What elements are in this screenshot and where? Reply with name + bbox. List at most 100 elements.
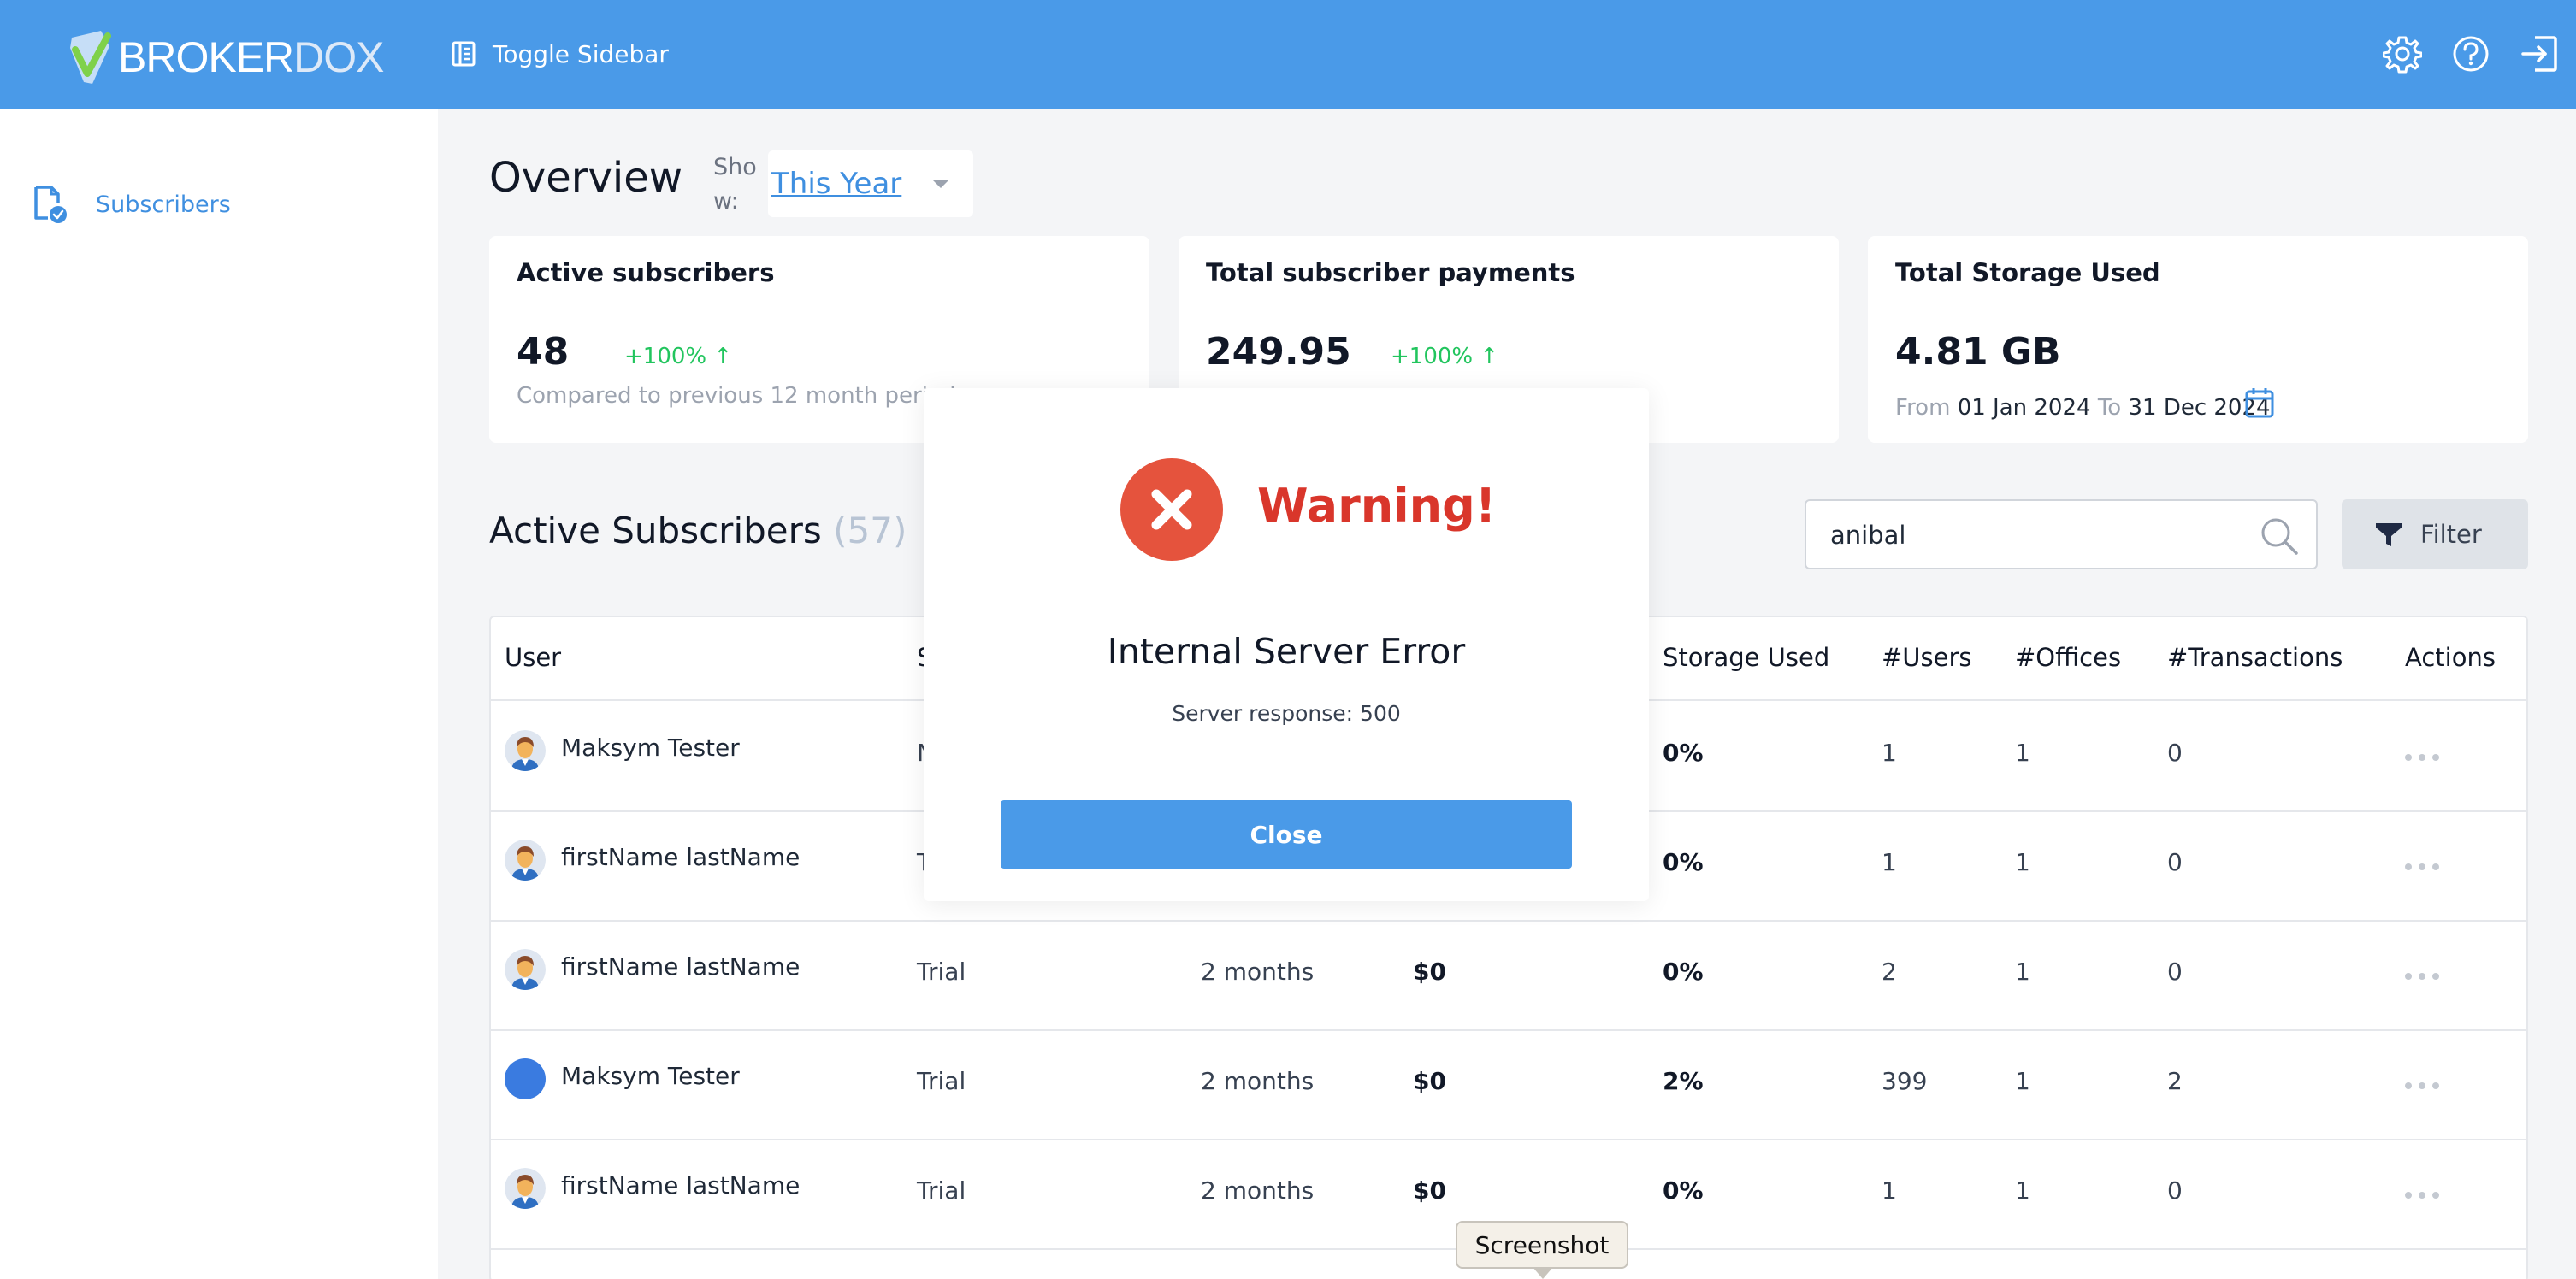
offices-cell: 1 [2015,739,2030,767]
user-name[interactable]: firstName lastName [561,843,800,871]
users-cell: 1 [1882,1176,1897,1205]
status-cell: Trial [917,1176,966,1205]
storage-cell: 0% [1663,848,1704,876]
paid-cell: $0 [1413,958,1446,986]
filter-button[interactable]: Filter [2342,499,2528,569]
card-value: 249.95 [1206,330,1351,374]
card-subtext: Compared to previous 12 month period [517,383,956,409]
duration-cell: 2 months [1201,958,1315,986]
date-range: From 01 Jan 2024 To 31 Dec 2024 [1895,395,2271,421]
avatar [505,1058,546,1099]
column-header-storage[interactable]: Storage Used [1663,643,1829,672]
error-x-icon [1120,458,1223,561]
sidebar-item-label: Subscribers [96,191,231,218]
period-select[interactable]: This Year [768,150,973,217]
column-header-user[interactable]: User [505,643,561,672]
column-header-actions: Actions [2405,643,2496,672]
avatar [505,949,546,990]
storage-used-card: Total Storage Used 4.81 GB From 01 Jan 2… [1868,236,2528,443]
card-title: Active subscribers [517,258,775,287]
offices-cell: 1 [2015,1176,2030,1205]
users-cell: 399 [1882,1067,1928,1095]
screenshot-tooltip: Screenshot [1456,1221,1628,1279]
transactions-cell: 0 [2167,958,2183,986]
paid-cell: $0 [1413,1176,1446,1205]
document-check-icon [34,186,67,223]
settings-button[interactable] [2382,34,2423,74]
caret-down-icon [932,180,949,188]
search-box[interactable] [1805,499,2318,569]
paid-cell: $0 [1413,1067,1446,1095]
offices-cell: 1 [2015,1067,2030,1095]
gear-icon [2382,36,2423,74]
show-label: Show: [713,154,757,215]
more-actions-icon[interactable] [2405,1192,2439,1200]
more-actions-icon[interactable] [2405,754,2439,763]
help-icon [2453,36,2489,72]
help-button[interactable] [2451,34,2490,74]
avatar [505,840,546,881]
logout-button[interactable] [2520,34,2559,74]
transactions-cell: 0 [2167,848,2183,876]
warning-dialog: Warning! Internal Server Error Server re… [924,388,1649,901]
avatar [505,730,546,771]
card-change: +100% ↑ [624,344,733,369]
storage-cell: 0% [1663,1176,1704,1205]
user-name[interactable]: Maksym Tester [561,734,740,762]
calendar-icon[interactable] [2244,386,2275,419]
period-value: This Year [771,167,902,201]
logo-text: BROKERDOX [118,33,385,81]
users-cell: 1 [1882,739,1897,767]
column-header-users[interactable]: #Users [1882,643,1972,672]
dialog-detail: Server response: 500 [1172,701,1401,726]
section-title: Active Subscribers (57) [489,510,907,551]
subscriber-count: (57) [833,510,907,551]
more-actions-icon[interactable] [2405,973,2439,981]
logout-icon [2521,36,2557,72]
duration-cell: 2 months [1201,1067,1315,1095]
users-cell: 1 [1882,848,1897,876]
sidebar-icon [452,41,476,67]
transactions-cell: 0 [2167,739,2183,767]
sidebar-item-subscribers[interactable]: Subscribers [31,183,231,226]
transactions-cell: 0 [2167,1176,2183,1205]
dialog-message: Internal Server Error [1107,631,1466,672]
card-change: +100% ↑ [1391,344,1499,369]
card-title: Total subscriber payments [1206,258,1575,287]
storage-cell: 0% [1663,958,1704,986]
card-value: 4.81 GB [1895,330,2061,374]
toggle-sidebar-button[interactable]: Toggle Sidebar [452,34,669,74]
offices-cell: 1 [2015,848,2030,876]
brokerdox-logo[interactable]: BROKERDOX [67,29,385,85]
search-icon[interactable] [2258,515,2301,557]
app-header: BROKERDOX Toggle Sidebar [0,0,2576,109]
users-cell: 2 [1882,958,1897,986]
storage-cell: 2% [1663,1067,1704,1095]
close-button[interactable]: Close [1001,800,1572,869]
status-cell: Trial [917,1067,966,1095]
table-row[interactable]: Maksym Tester Trial 2 months $0 2% 399 1… [491,1029,2526,1139]
search-input[interactable] [1830,516,2241,554]
more-actions-icon[interactable] [2405,1082,2439,1091]
user-name[interactable]: firstName lastName [561,952,800,981]
storage-cell: 0% [1663,739,1704,767]
page-title: Overview [489,154,682,202]
user-name[interactable]: Maksym Tester [561,1062,740,1090]
toggle-sidebar-label: Toggle Sidebar [493,39,669,68]
table-row[interactable]: firstName lastName Trial 2 months $0 0% … [491,920,2526,1029]
filter-label: Filter [2420,520,2482,549]
dialog-title: Warning! [1257,479,1497,533]
more-actions-icon[interactable] [2405,863,2439,872]
user-name[interactable]: firstName lastName [561,1171,800,1199]
logo-mark-icon [70,31,111,84]
card-value: 48 [517,330,570,374]
status-cell: Trial [917,958,966,986]
card-title: Total Storage Used [1895,258,2160,287]
column-header-offices[interactable]: #Offices [2015,643,2121,672]
sidebar: Subscribers [0,109,438,1279]
column-header-transactions[interactable]: #Transactions [2167,643,2343,672]
offices-cell: 1 [2015,958,2030,986]
duration-cell: 2 months [1201,1176,1315,1205]
funnel-icon [2376,523,2402,546]
transactions-cell: 2 [2167,1067,2183,1095]
